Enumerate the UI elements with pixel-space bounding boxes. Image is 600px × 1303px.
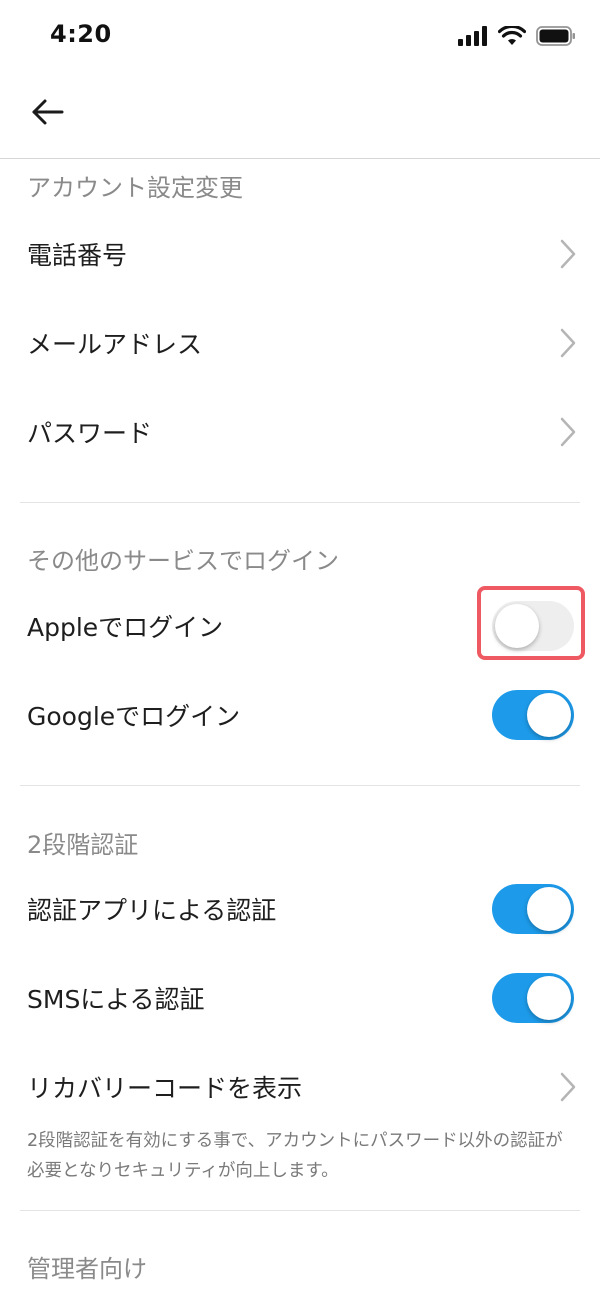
two-factor-note: 2段階認証を有効にする事で、アカウントにパスワード以外の認証が必要となりセキュリ… (27, 1131, 563, 1181)
section-title-account: アカウント設定変更 (27, 174, 243, 202)
battery-icon (536, 26, 575, 46)
row-label: メールアドレス (27, 330, 203, 359)
toggle-knob (527, 887, 571, 931)
row-phone-number[interactable]: 電話番号 (0, 218, 600, 290)
row-label: パスワード (27, 419, 153, 448)
status-bar: 4:20 (0, 0, 600, 80)
back-button[interactable] (24, 88, 72, 136)
section-divider (20, 785, 580, 786)
chevron-right-icon (560, 328, 576, 358)
row-label: Appleでログイン (27, 613, 224, 642)
navigation-bar (0, 80, 600, 159)
row-sms-auth: SMSによる認証 (0, 962, 600, 1034)
sms-auth-toggle[interactable] (492, 973, 574, 1023)
row-authenticator-app: 認証アプリによる認証 (0, 873, 600, 945)
chevron-right-icon (560, 1072, 576, 1102)
row-label: SMSによる認証 (27, 985, 205, 1014)
section-divider (20, 1210, 580, 1211)
authenticator-app-toggle[interactable] (492, 884, 574, 934)
section-title-two-factor: 2段階認証 (27, 831, 139, 859)
row-google-login: Googleでログイン (0, 679, 600, 751)
apple-login-toggle[interactable] (492, 601, 574, 651)
chevron-right-icon (560, 417, 576, 447)
row-label: 電話番号 (27, 241, 128, 270)
row-password[interactable]: パスワード (0, 396, 600, 468)
row-apple-login: Appleでログイン (0, 590, 600, 662)
section-title-other-login: その他のサービスでログイン (27, 547, 339, 575)
section-title-admin: 管理者向け (27, 1255, 147, 1283)
row-label: Googleでログイン (27, 702, 241, 731)
arrow-left-icon (32, 99, 64, 125)
row-email-address[interactable]: メールアドレス (0, 307, 600, 379)
toggle-knob (527, 693, 571, 737)
toggle-knob (495, 604, 539, 648)
row-label: リカバリーコードを表示 (27, 1074, 303, 1103)
chevron-right-icon (560, 239, 576, 269)
signal-icon (458, 26, 487, 46)
row-recovery-code[interactable]: リカバリーコードを表示 (0, 1051, 600, 1123)
toggle-knob (527, 976, 571, 1020)
row-label: 認証アプリによる認証 (27, 896, 277, 925)
status-icons (458, 26, 576, 46)
wifi-icon (498, 26, 526, 45)
google-login-toggle[interactable] (492, 690, 574, 740)
section-divider (20, 502, 580, 503)
status-time: 4:20 (50, 20, 112, 48)
